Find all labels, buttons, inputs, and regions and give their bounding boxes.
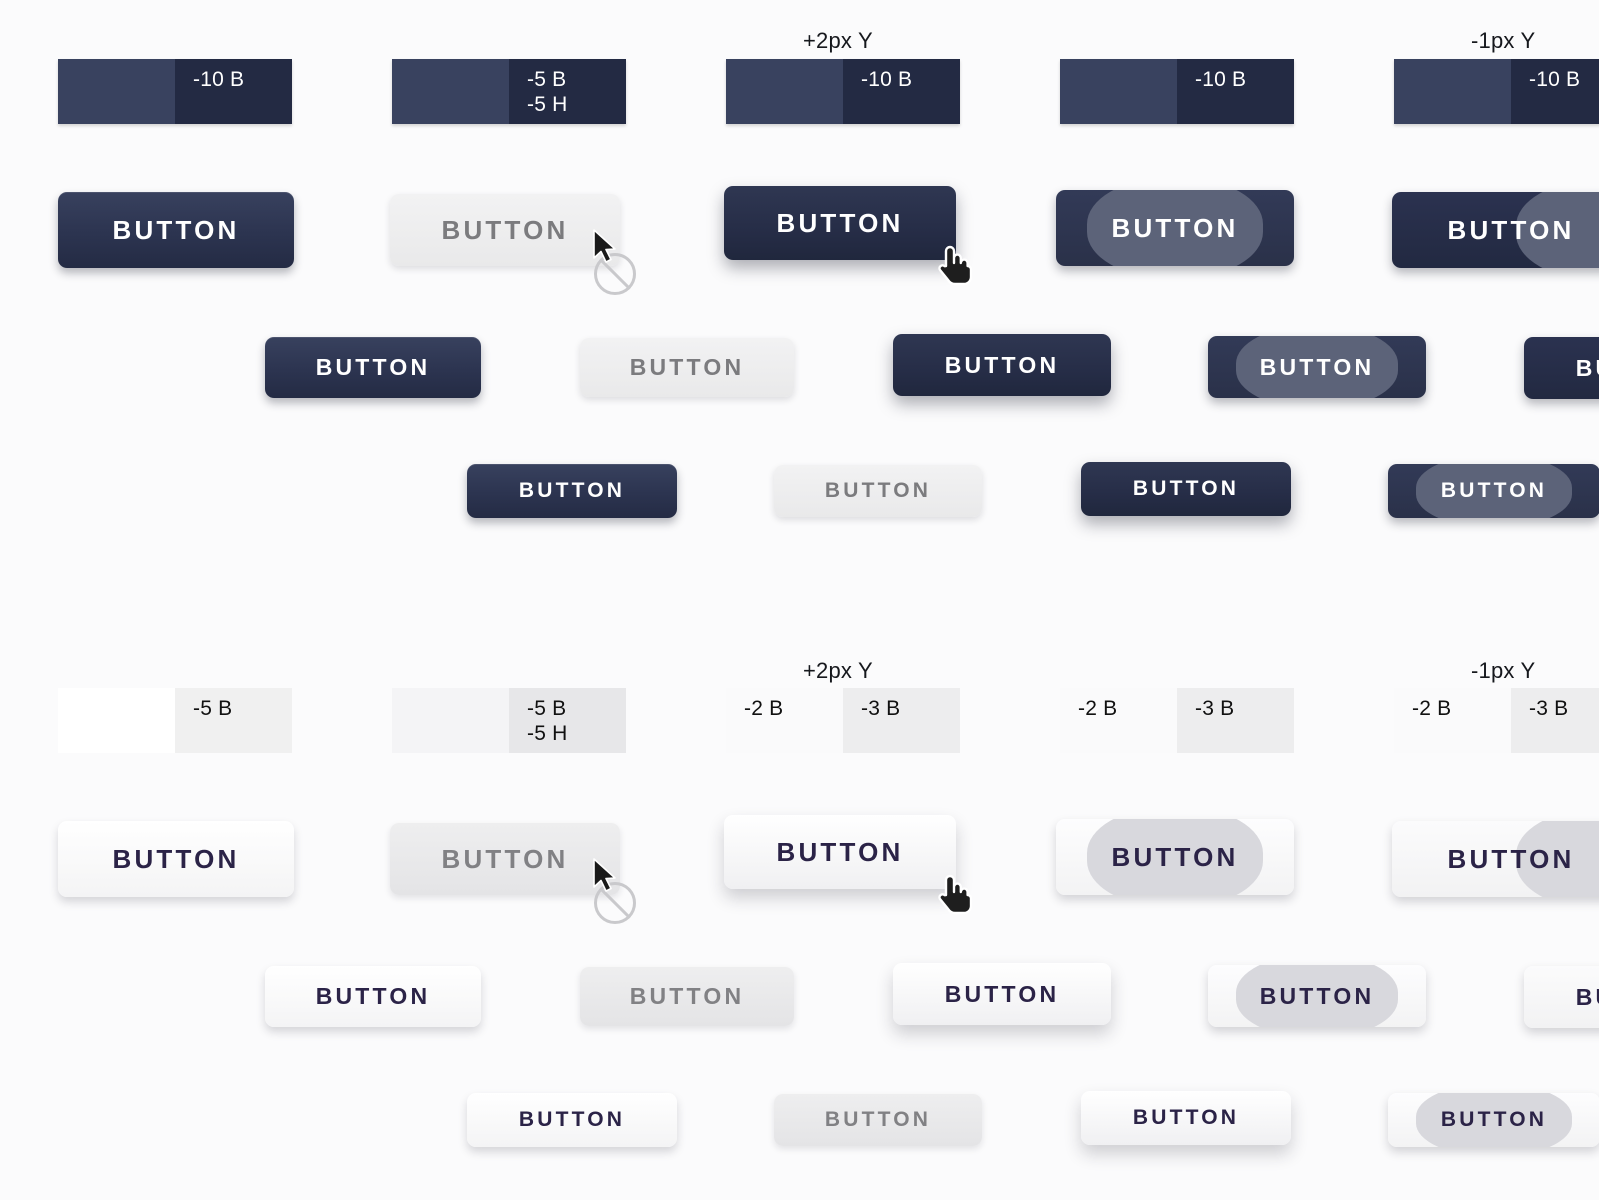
spec-swatch-dark-focus: -10 B bbox=[1394, 59, 1599, 124]
button-dark-md-disabled: BUTTON bbox=[774, 465, 982, 517]
button-label: BUTTON bbox=[518, 1108, 626, 1131]
spec-swatch-dark-active: -10 B bbox=[1060, 59, 1294, 124]
spec-label-focus-offset-dark: -1px Y bbox=[1471, 28, 1536, 53]
spec-half-left: -2 B bbox=[1060, 688, 1177, 753]
spec-half-right: -10 B bbox=[175, 59, 292, 124]
spec-half-right: -3 B bbox=[1511, 688, 1599, 753]
spec-half-left bbox=[726, 59, 843, 124]
button-light-md-active[interactable]: BUTTON bbox=[1388, 1093, 1599, 1147]
button-dark-md-default[interactable]: BUTTON bbox=[467, 464, 677, 518]
button-label: BUTTON bbox=[1111, 212, 1239, 243]
button-dark-xl-default[interactable]: BUTTON bbox=[58, 192, 294, 268]
button-dark-xl-disabled: BUTTON bbox=[390, 194, 620, 266]
spec-swatch-dark-disabled: -5 B -5 H bbox=[392, 59, 626, 124]
button-dark-lg-default[interactable]: BUTTON bbox=[265, 337, 481, 398]
button-light-md-default[interactable]: BUTTON bbox=[467, 1093, 677, 1147]
button-label: BUTTON bbox=[441, 214, 569, 245]
button-label: BUTTON bbox=[776, 836, 904, 867]
button-dark-xl-focus[interactable]: BUTTON bbox=[1392, 192, 1599, 268]
spec-swatch-light-active: -2 B -3 B bbox=[1060, 688, 1294, 753]
button-label: BUTTON bbox=[518, 479, 626, 502]
spec-half-left: -2 B bbox=[726, 688, 843, 753]
spec-half-right: -10 B bbox=[1511, 59, 1599, 124]
button-label: BUTTON bbox=[1132, 1106, 1240, 1129]
button-light-xl-default[interactable]: BUTTON bbox=[58, 821, 294, 897]
spec-half-right: -5 B -5 H bbox=[509, 59, 626, 124]
button-light-lg-default[interactable]: BUTTON bbox=[265, 966, 481, 1027]
spec-swatch-dark-default: -10 B bbox=[58, 59, 292, 124]
spec-half-left bbox=[1394, 59, 1511, 124]
button-dark-lg-hover[interactable]: BUTTON bbox=[893, 334, 1111, 396]
spec-swatch-light-disabled: -5 B -5 H bbox=[392, 688, 626, 753]
button-label: BUTTON bbox=[1440, 479, 1548, 502]
spec-half-right: -5 B -5 H bbox=[509, 688, 626, 753]
button-label: BUTTON bbox=[776, 207, 904, 238]
button-light-lg-active[interactable]: BUTTON bbox=[1208, 965, 1426, 1027]
spec-half-left bbox=[58, 688, 175, 753]
spec-half-left bbox=[58, 59, 175, 124]
spec-swatch-dark-hover: -10 B bbox=[726, 59, 960, 124]
button-label: BUTTON bbox=[1447, 843, 1575, 874]
button-label: BUTTON bbox=[315, 983, 431, 1009]
spec-half-left bbox=[392, 688, 509, 753]
button-label: BUTTON bbox=[824, 1108, 932, 1131]
spec-half-right: -3 B bbox=[843, 688, 960, 753]
button-light-xl-active[interactable]: BUTTON bbox=[1056, 819, 1294, 895]
button-label: BUTTON bbox=[629, 354, 745, 380]
spec-half-right: -5 B bbox=[175, 688, 292, 753]
button-light-lg-hover[interactable]: BUTTON bbox=[893, 963, 1111, 1025]
button-dark-lg-focus[interactable]: BUTTON bbox=[1524, 337, 1599, 399]
button-label: BUTTON bbox=[1132, 477, 1240, 500]
pointer-hand-cursor bbox=[938, 245, 972, 286]
button-label: BUTTON bbox=[315, 354, 431, 380]
button-label: BUTTON bbox=[1259, 353, 1375, 380]
spec-half-left bbox=[1060, 59, 1177, 124]
button-label: BUTTON bbox=[629, 983, 745, 1009]
button-dark-md-hover[interactable]: BUTTON bbox=[1081, 462, 1291, 516]
button-dark-xl-active[interactable]: BUTTON bbox=[1056, 190, 1294, 266]
spec-label-hover-offset-light: +2px Y bbox=[803, 658, 873, 683]
spec-half-right: -10 B bbox=[843, 59, 960, 124]
spec-label-focus-offset-light: -1px Y bbox=[1471, 658, 1536, 683]
button-label: BUTTON bbox=[1575, 983, 1599, 1010]
button-dark-xl-hover[interactable]: BUTTON bbox=[724, 186, 956, 260]
spec-half-right: -10 B bbox=[1177, 59, 1294, 124]
pointer-hand-cursor bbox=[938, 874, 972, 915]
spec-swatch-light-hover: -2 B -3 B bbox=[726, 688, 960, 753]
button-label: BUTTON bbox=[944, 980, 1060, 1007]
button-dark-lg-active[interactable]: BUTTON bbox=[1208, 336, 1426, 398]
button-label: BUTTON bbox=[1440, 1108, 1548, 1131]
arrow-cursor bbox=[593, 229, 616, 263]
button-label: BUTTON bbox=[824, 479, 932, 502]
button-light-xl-focus[interactable]: BUTTON bbox=[1392, 821, 1599, 897]
button-light-md-disabled: BUTTON bbox=[774, 1094, 982, 1146]
button-label: BUTTON bbox=[112, 214, 240, 245]
button-light-lg-disabled: BUTTON bbox=[580, 967, 794, 1026]
button-label: BUTTON bbox=[441, 843, 569, 874]
spec-swatch-light-focus: -2 B -3 B bbox=[1394, 688, 1599, 753]
button-label: BUTTON bbox=[1259, 982, 1375, 1009]
button-state-spec-sheet: -10 B -5 B -5 H +2px Y -10 B -10 B -1px … bbox=[0, 0, 1599, 1200]
button-label: BUTTON bbox=[944, 351, 1060, 378]
button-light-xl-hover[interactable]: BUTTON bbox=[724, 815, 956, 889]
button-label: BUTTON bbox=[1111, 841, 1239, 872]
spec-label-hover-offset-dark: +2px Y bbox=[803, 28, 873, 53]
button-label: BUTTON bbox=[1447, 214, 1575, 245]
button-dark-lg-disabled: BUTTON bbox=[580, 338, 794, 397]
button-light-md-hover[interactable]: BUTTON bbox=[1081, 1091, 1291, 1145]
spec-half-right: -3 B bbox=[1177, 688, 1294, 753]
button-label: BUTTON bbox=[112, 843, 240, 874]
arrow-cursor bbox=[593, 858, 616, 892]
button-dark-md-active[interactable]: BUTTON bbox=[1388, 464, 1599, 518]
button-label: BUTTON bbox=[1575, 354, 1599, 381]
spec-half-left bbox=[392, 59, 509, 124]
spec-swatch-light-default: -5 B bbox=[58, 688, 292, 753]
spec-half-left: -2 B bbox=[1394, 688, 1511, 753]
button-light-xl-disabled: BUTTON bbox=[390, 823, 620, 895]
button-light-lg-focus[interactable]: BUTTON bbox=[1524, 966, 1599, 1028]
